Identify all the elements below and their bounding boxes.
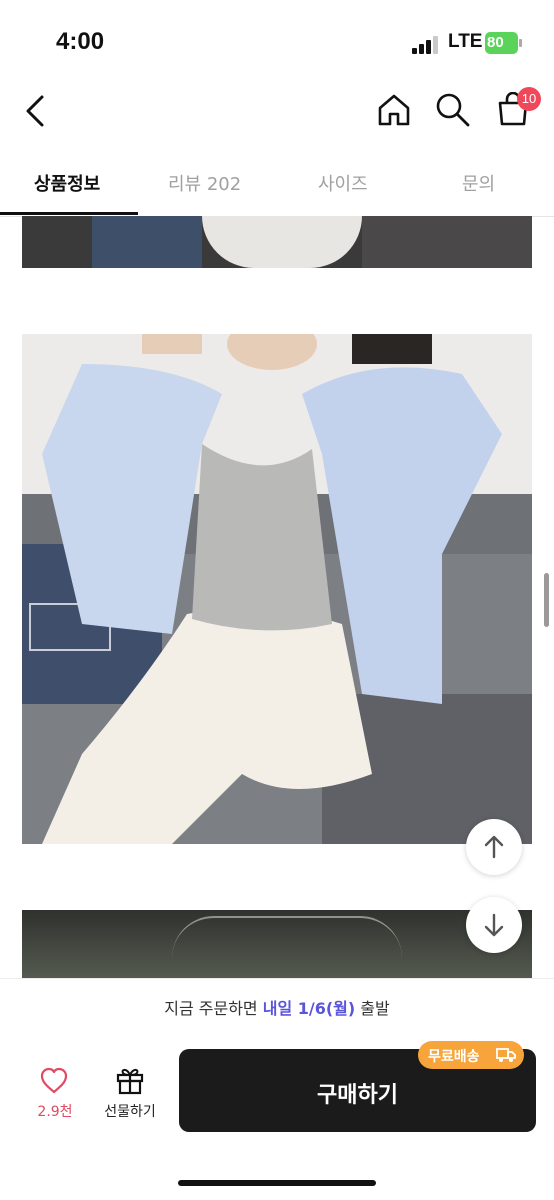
product-image-1 <box>22 216 532 268</box>
scroll-up-button[interactable] <box>466 819 522 875</box>
home-indicator[interactable] <box>178 1180 376 1186</box>
gift-icon[interactable] <box>115 1065 145 1095</box>
buy-label: 구매하기 <box>317 1083 398 1108</box>
shipping-prefix: 지금 주문하면 <box>164 999 263 1018</box>
product-tabs: 상품정보 리뷰 202 사이즈 문의 <box>0 152 554 217</box>
wish-count: 2.9천 <box>37 1104 73 1120</box>
heart-icon[interactable] <box>39 1067 69 1095</box>
arrow-up-icon <box>484 835 504 859</box>
free-shipping-badge: 무료배송 <box>418 1041 524 1069</box>
network-type: LTE <box>448 31 483 52</box>
gift-label[interactable]: 선물하기 <box>95 1101 165 1121</box>
tab-reviews[interactable]: 리뷰 202 <box>168 170 241 196</box>
product-photo-illustration <box>22 334 532 844</box>
signal-icon <box>412 36 440 54</box>
battery-level: 80 <box>487 34 504 51</box>
arrow-down-icon <box>484 913 504 937</box>
shipping-text: 지금 주문하면 내일 1/6(월) 출발 <box>0 995 554 1019</box>
cart-count-badge: 10 <box>517 87 541 111</box>
scroll-down-button[interactable] <box>466 897 522 953</box>
tab-inquiry[interactable]: 문의 <box>462 170 495 196</box>
battery-icon: 80 <box>485 32 522 54</box>
scrollbar[interactable] <box>544 573 549 627</box>
tab-product-info[interactable]: 상품정보 <box>34 170 100 196</box>
home-icon[interactable] <box>376 92 412 128</box>
top-nav <box>0 80 554 142</box>
clock: 4:00 <box>56 28 105 55</box>
shipping-notice: 지금 주문하면 내일 1/6(월) 출발 <box>0 978 554 1032</box>
free-shipping-label: 무료배송 <box>428 1049 480 1065</box>
truck-icon <box>496 1048 516 1062</box>
product-image-2 <box>22 334 532 844</box>
product-image-3 <box>22 910 532 978</box>
shipping-date: 내일 1/6(월) <box>262 999 356 1018</box>
back-icon[interactable] <box>22 94 50 128</box>
status-bar: 4:00 LTE 80 <box>0 0 554 80</box>
shipping-suffix: 출발 <box>355 999 390 1018</box>
active-tab-indicator <box>0 212 138 215</box>
search-icon[interactable] <box>434 91 472 129</box>
tab-size[interactable]: 사이즈 <box>318 170 368 196</box>
